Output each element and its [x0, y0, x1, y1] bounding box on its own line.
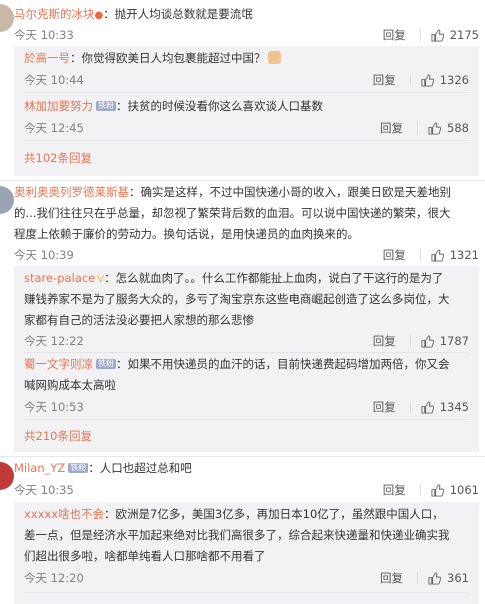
reply-actions: 回复 1345 — [373, 399, 469, 415]
divider — [419, 29, 421, 41]
fan-badge: 铁粉 — [68, 463, 89, 473]
timestamp: 今天 10:53 — [24, 400, 84, 414]
comment-text: ：确实是这样，不过中国快递小哥的收入，跟美日欧是天差地别 — [129, 185, 451, 199]
comment-body: Milan_YZ 铁粉 ：人口也超过总和吧 — [14, 458, 192, 479]
reply-box: stare-palace V：怎么就血肉了。。什么工作都能扯上血肉，说白了干这行的… — [14, 266, 479, 452]
comment-text: ：抛开人均谈总数就是要流氓 — [103, 7, 253, 21]
username-link[interactable]: 马尔克斯的冰块 — [14, 7, 95, 21]
like-count: 1787 — [439, 334, 469, 348]
divider — [24, 352, 469, 353]
reply-actions: 回复 1326 — [373, 72, 469, 88]
divider — [417, 122, 419, 134]
avatar[interactable] — [0, 462, 14, 490]
thumb-up-icon[interactable] — [431, 248, 444, 262]
reply-text: 差一点，但是经济水平加起来绝对比我们高很多了，综合起来快递量和快递业确实我 — [24, 528, 450, 542]
reply-button[interactable]: 回复 — [380, 570, 403, 586]
reply-button[interactable]: 回复 — [373, 333, 396, 349]
like-count: 588 — [447, 121, 469, 135]
timestamp: 今天 12:22 — [24, 334, 84, 348]
reply-text: ：欧洲是7亿多，美国3亿多，再加日本10亿了，虽然跟中国人口， — [104, 507, 444, 521]
reply-button[interactable]: 回复 — [373, 399, 396, 415]
comment-body: 马尔克斯的冰块●：抛开人均谈总数就是要流氓 — [14, 4, 253, 26]
reply-text: ：怎么就血肉了。。什么工作都能扯上血肉，说白了干这行的是为了 — [104, 271, 444, 285]
divider — [24, 92, 469, 93]
like-count: 1345 — [439, 400, 469, 414]
comment-actions: 回复 1321 — [383, 247, 479, 263]
reply-text: 赚钱养家不是为了服务大众的，多亏了淘宝京东这些电商崛起创造了这么多岗位，大 — [24, 292, 450, 306]
reply-text: ：扶贫的时候没看你这么喜欢谈人口基数 — [116, 99, 323, 113]
thumb-up-icon[interactable] — [421, 334, 434, 348]
fan-badge: 铁粉 — [96, 101, 116, 111]
divider — [0, 180, 485, 181]
comment-actions: 回复 2175 — [383, 27, 479, 43]
reply-actions: 回复 588 — [380, 120, 469, 136]
thumb-up-icon[interactable] — [421, 400, 434, 414]
like-count: 1061 — [449, 483, 479, 497]
reply-body: 林加加要努力 铁粉 ：扶贫的时候没看你这么喜欢谈人口基数 — [24, 96, 323, 117]
reply-box: xxxxx啥也不会：欧洲是7亿多，美国3亿多，再加日本10亿了，虽然跟中国人口，… — [14, 502, 479, 604]
timestamp: 今天 10:35 — [14, 483, 74, 497]
like-count: 1321 — [449, 248, 479, 262]
thumb-up-icon[interactable] — [428, 571, 442, 585]
username-link[interactable]: 林加加要努力 — [24, 99, 93, 113]
more-replies-link[interactable]: 共102条回复 — [24, 150, 92, 166]
more-replies-link[interactable]: 共210条回复 — [24, 428, 92, 444]
reply-text: 家都有自己的活法没必要把人家想的那么悲惨 — [24, 313, 254, 327]
reply-body: 蜀一文字则凉 铁粉 ：如果不用快递员的血汗的话，目前快递费起码增加两倍，你又会 — [24, 354, 450, 375]
divider — [0, 456, 485, 457]
reply-button[interactable]: 回复 — [383, 247, 406, 263]
like-count: 2175 — [449, 28, 479, 42]
username-link[interactable]: 蜀一文字则凉 — [24, 357, 93, 371]
reply-body: 於高一号：你觉得欧美日人均包裹能超过中国？ — [24, 48, 281, 69]
avatar[interactable] — [0, 4, 14, 32]
username-link[interactable]: 於高一号 — [24, 51, 70, 65]
timestamp: 今天 10:39 — [14, 248, 74, 262]
timestamp: 今天 12:45 — [24, 121, 84, 135]
comment-actions: 回复 1061 — [383, 482, 479, 498]
divider — [24, 140, 469, 141]
divider — [419, 249, 421, 261]
reply-actions: 回复 1787 — [373, 333, 469, 349]
like-count: 1326 — [439, 73, 469, 87]
reply-button[interactable]: 回复 — [383, 482, 406, 498]
divider — [409, 335, 411, 347]
avatar[interactable] — [0, 186, 14, 214]
reply-text: ：如果不用快递员的血汗的话，目前快递费起码增加两倍，你又会 — [116, 357, 450, 371]
timestamp: 今天 10:33 — [14, 28, 74, 42]
fan-badge: 铁粉 — [96, 359, 116, 369]
thumb-up-icon[interactable] — [431, 483, 444, 497]
comment-body: 奥利奥奥列罗德莱斯基：确实是这样，不过中国快递小哥的收入，跟美日欧是天差地别 — [14, 182, 451, 203]
divider — [409, 401, 411, 413]
thumb-up-icon[interactable] — [431, 28, 444, 42]
reply-button[interactable]: 回复 — [383, 27, 406, 43]
thumb-up-icon[interactable] — [421, 73, 434, 87]
username-link[interactable]: 奥利奥奥列罗德莱斯基 — [14, 185, 129, 199]
reply-actions: 回复 361 — [380, 570, 469, 586]
reply-text: 喊网购成本太高啦 — [24, 378, 116, 392]
divider — [409, 74, 411, 86]
like-count: 361 — [447, 571, 469, 585]
reply-body: xxxxx啥也不会：欧洲是7亿多，美国3亿多，再加日本10亿了，虽然跟中国人口， — [24, 504, 444, 525]
divider — [24, 592, 469, 593]
timestamp: 今天 12:20 — [24, 571, 84, 585]
cat-emoji-icon — [267, 51, 281, 64]
emoji-icon: ● — [94, 10, 104, 21]
reply-button[interactable]: 回复 — [373, 72, 396, 88]
timestamp: 今天 10:44 — [24, 73, 84, 87]
comment-text: 程度上依赖于廉价的劳动力。换句话说，是用快递员的血肉换来的。 — [14, 227, 359, 241]
divider — [417, 572, 419, 584]
divider — [419, 484, 421, 496]
reply-text: ：你觉得欧美日人均包裹能超过中国？ — [70, 51, 266, 65]
comment-text: ：人口也超过总和吧 — [88, 461, 192, 475]
thumb-up-icon[interactable] — [428, 121, 442, 135]
reply-text: 们超出很多啦，啥都单纯看人口那啥都不用看了 — [24, 549, 266, 563]
reply-body: stare-palace V：怎么就血肉了。。什么工作都能扯上血肉，说白了干这行的… — [24, 268, 443, 290]
username-link[interactable]: Milan_YZ — [14, 461, 65, 475]
reply-box: 於高一号：你觉得欧美日人均包裹能超过中国？ 今天 10:44 回复 1326 林… — [14, 46, 479, 176]
reply-button[interactable]: 回复 — [380, 120, 403, 136]
divider — [24, 419, 469, 420]
username-link[interactable]: stare-palace — [24, 271, 95, 285]
username-link[interactable]: xxxxx啥也不会 — [24, 507, 104, 521]
comment-text: 的...我们往往只在乎总量，却忽视了繁荣背后数的血泪。可以说中国快递的繁荣，很大 — [14, 206, 451, 220]
